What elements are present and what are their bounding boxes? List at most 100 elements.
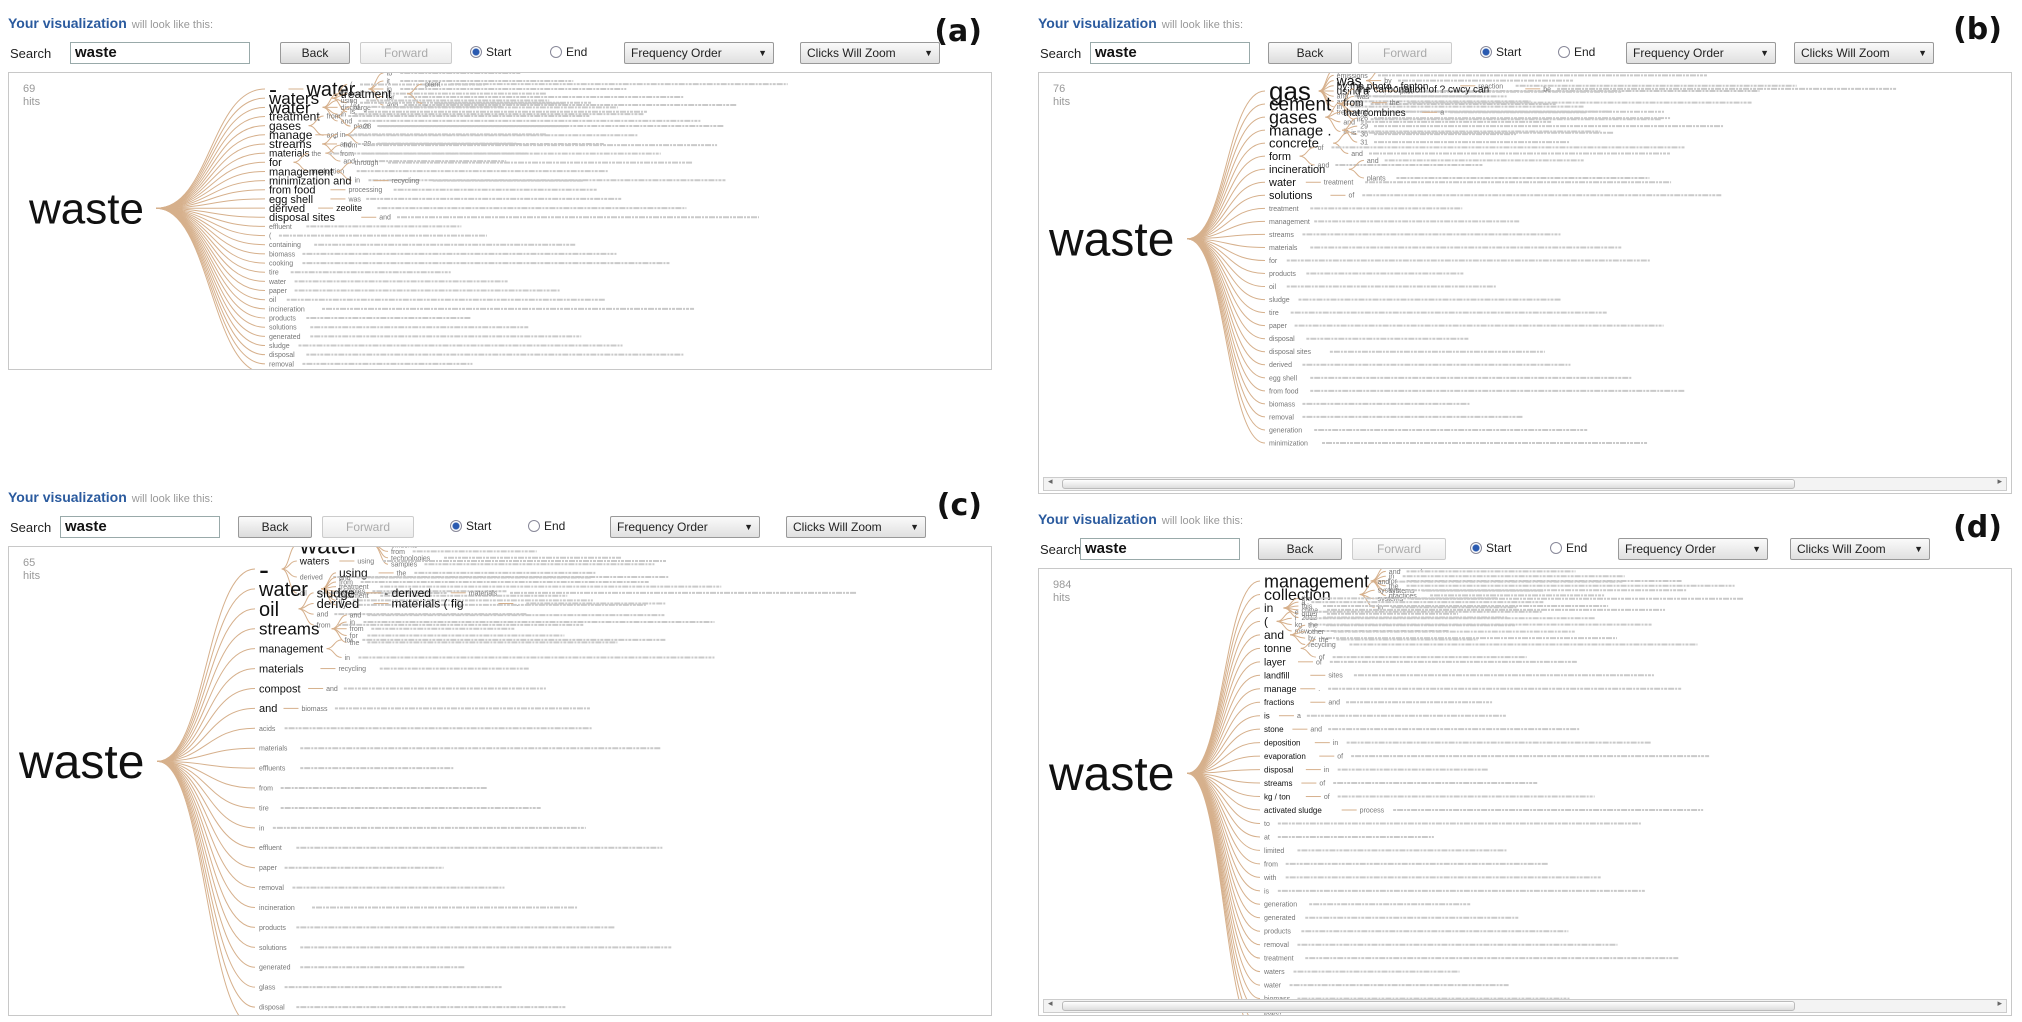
tree-node[interactable]: and [1328, 700, 1340, 707]
order-select[interactable]: Frequency Order ▼ [610, 516, 760, 538]
tree-node[interactable]: treatment [1269, 206, 1299, 213]
tree-node[interactable]: 29 [1360, 124, 1368, 131]
tree-node[interactable]: and [1367, 158, 1379, 165]
root-word[interactable]: waste [1048, 214, 1174, 267]
horizontal-scrollbar[interactable]: ◂ ▸ [1043, 998, 2007, 1013]
tree-node[interactable]: in [1264, 601, 1273, 615]
tree-node[interactable]: be [1543, 86, 1551, 93]
start-radio[interactable]: Start [1470, 541, 1511, 555]
tree-node[interactable]: a [1440, 110, 1444, 117]
tree-node[interactable]: plant [425, 82, 440, 89]
root-word[interactable]: waste [1048, 748, 1174, 801]
order-select[interactable]: Frequency Order ▼ [1626, 42, 1776, 64]
tree-node[interactable]: from [327, 113, 341, 120]
start-radio[interactable]: Start [470, 45, 511, 59]
tree-node[interactable]: disposal [1269, 336, 1295, 343]
tree-node[interactable]: products [1269, 271, 1296, 278]
tree-node[interactable]: sludge [1269, 297, 1290, 304]
tree-node[interactable]: and [1264, 628, 1284, 642]
tree-node[interactable]: . [516, 601, 518, 608]
tree-node[interactable]: oil [1269, 284, 1276, 291]
end-radio[interactable]: End [528, 519, 565, 533]
forward-button[interactable]: Forward [322, 516, 414, 538]
tree-node[interactable]: of [1348, 193, 1354, 200]
tree-node[interactable]: from [259, 785, 273, 792]
search-input[interactable]: waste [1090, 42, 1250, 64]
tree-node[interactable]: from [1264, 861, 1278, 868]
word-tree-canvas[interactable]: 65hitswaste-watertreatmentplantstechnolo… [8, 546, 992, 1016]
tree-node[interactable]: disposal [1264, 765, 1294, 774]
tree-node[interactable]: removal [1264, 942, 1289, 949]
tree-node[interactable]: oil [259, 599, 279, 621]
tree-node[interactable]: solutions [1269, 190, 1313, 202]
back-button[interactable]: Back [1258, 538, 1342, 560]
forward-button[interactable]: Forward [1358, 42, 1452, 64]
tree-node[interactable]: from [343, 143, 357, 150]
tree-node[interactable]: sites [1328, 673, 1343, 680]
forward-button[interactable]: Forward [360, 42, 452, 64]
tree-node[interactable]: from food [1269, 388, 1299, 395]
tree-node[interactable]: egg shell [1269, 375, 1297, 382]
tree-node[interactable]: at [1264, 834, 1270, 841]
tree-node[interactable]: solutions [259, 945, 287, 952]
tree-node[interactable]: effluent [259, 845, 282, 852]
tree-node[interactable]: materials [259, 746, 288, 753]
tree-node[interactable]: to [1264, 821, 1270, 828]
scrollbar-thumb[interactable] [1062, 1001, 1796, 1011]
tree-node[interactable]: treatment [1264, 956, 1294, 963]
tree-node[interactable]: process [1360, 807, 1385, 814]
tree-node[interactable]: oil [269, 297, 276, 304]
end-radio[interactable]: End [1558, 45, 1595, 59]
tree-node[interactable]: layer [1264, 657, 1286, 668]
tree-node[interactable]: biomass [301, 706, 328, 713]
tree-node[interactable]: a [1297, 713, 1301, 720]
tree-node[interactable]: is [1351, 130, 1357, 137]
tree-node[interactable]: streams [1264, 779, 1292, 788]
scroll-left-icon[interactable]: ◂ [1048, 998, 1053, 1009]
tree-node[interactable]: recycling [338, 666, 366, 673]
tree-node[interactable]: incineration [1269, 164, 1325, 176]
tree-node[interactable]: kg / ton [1264, 792, 1290, 801]
tree-node[interactable]: samples [391, 562, 418, 569]
tree-node[interactable]: of [1319, 781, 1325, 788]
tree-node[interactable]: system [1378, 588, 1400, 595]
tree-node[interactable]: materials [1269, 245, 1298, 252]
tree-node[interactable]: stone [1264, 725, 1284, 734]
scroll-right-icon[interactable]: ▸ [1997, 476, 2002, 487]
tree-node[interactable]: in [1333, 740, 1339, 747]
zoom-select[interactable]: Clicks Will Zoom ▼ [1794, 42, 1934, 64]
tree-node[interactable]: activated sludge [1264, 806, 1322, 815]
tree-node[interactable]: derived [1269, 362, 1292, 369]
tree-node[interactable]: with [1263, 875, 1277, 882]
tree-node[interactable]: ( [1264, 615, 1268, 629]
root-word[interactable]: waste [18, 736, 144, 789]
tree-node[interactable]: in [345, 655, 351, 662]
zoom-select[interactable]: Clicks Will Zoom ▼ [1790, 538, 1930, 560]
scroll-left-icon[interactable]: ◂ [1048, 476, 1053, 487]
tree-node[interactable]: derived [317, 596, 360, 611]
tree-node[interactable]: paper [269, 288, 288, 295]
tree-node[interactable]: water [1263, 983, 1282, 990]
tree-node[interactable]: removal [1269, 414, 1294, 421]
tree-node[interactable]: and [343, 159, 355, 166]
tree-node[interactable]: removal [269, 361, 294, 368]
start-radio[interactable]: Start [450, 519, 491, 533]
tree-node[interactable]: the [1390, 100, 1400, 107]
start-radio[interactable]: Start [1480, 45, 1521, 59]
tree-node[interactable]: generation [1264, 902, 1297, 909]
tree-node[interactable]: cooking [269, 261, 293, 268]
tree-node[interactable]: materials [469, 590, 498, 597]
tree-node[interactable]: sludge [269, 343, 290, 350]
tree-node[interactable]: of [1337, 754, 1343, 761]
forward-button[interactable]: Forward [1352, 538, 1446, 560]
tree-node[interactable]: water [258, 579, 308, 601]
tree-node[interactable]: materials [259, 663, 304, 675]
tree-node[interactable]: water [268, 279, 287, 286]
tree-node[interactable]: in [1324, 767, 1330, 774]
tree-node[interactable]: landfill [1264, 670, 1290, 680]
tree-node[interactable]: tire [269, 270, 279, 277]
tree-node[interactable]: in [355, 178, 361, 185]
tree-node[interactable]: biomass [1269, 401, 1296, 408]
tree-node[interactable]: waters [299, 557, 329, 568]
zoom-select[interactable]: Clicks Will Zoom ▼ [786, 516, 926, 538]
